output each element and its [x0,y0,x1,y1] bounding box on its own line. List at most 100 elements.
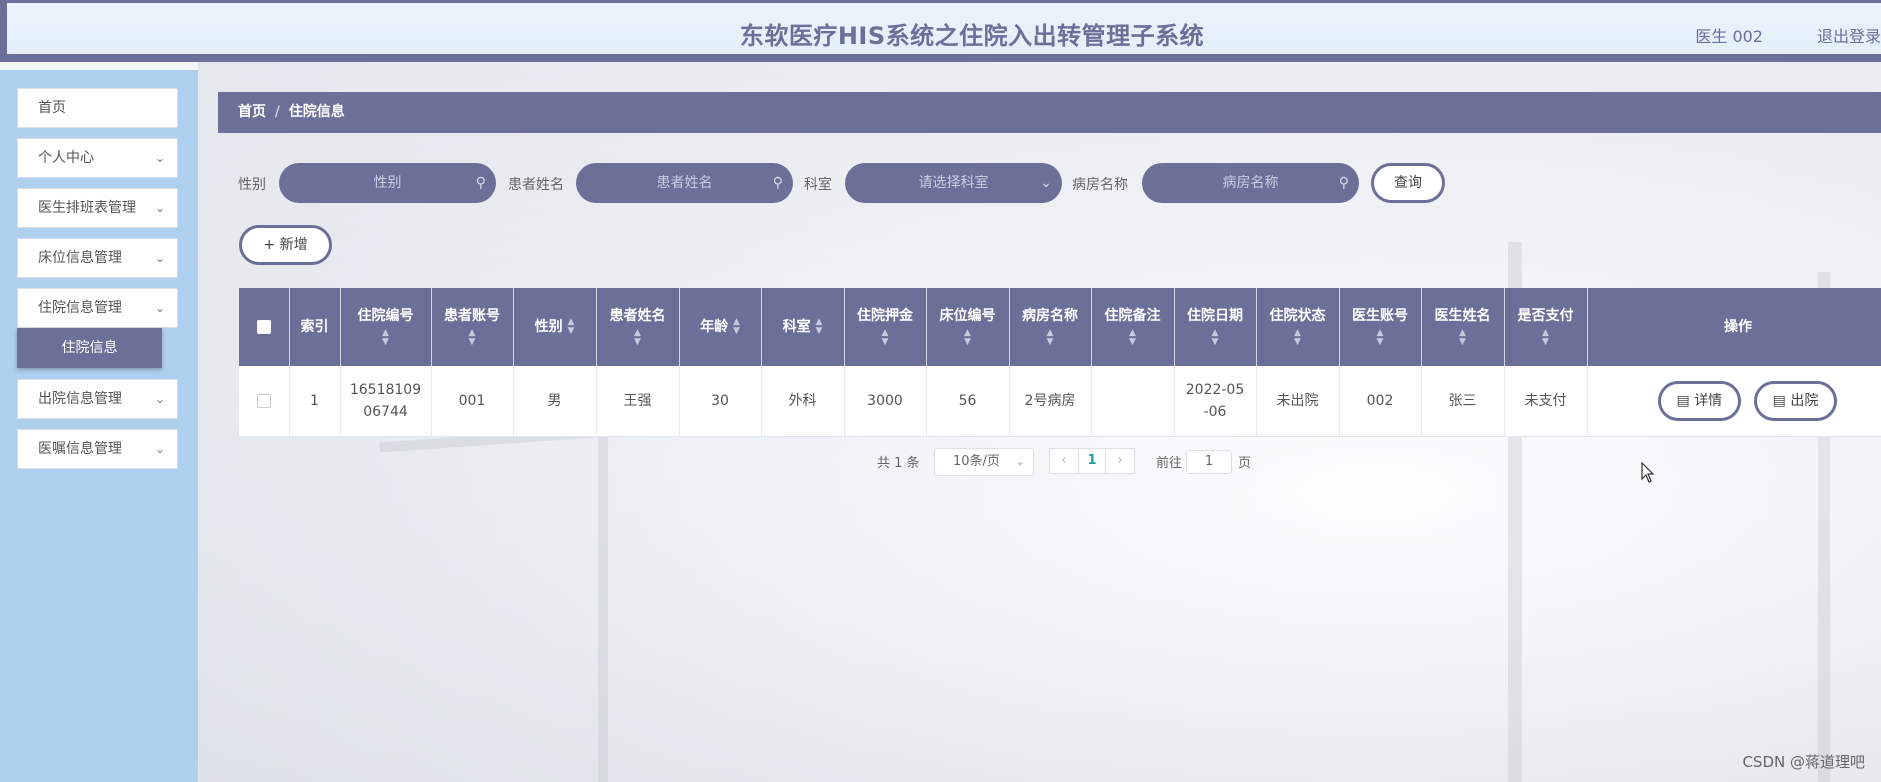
ward-input[interactable]: 病房名称 ⚲ [1142,163,1359,203]
sort-icon[interactable]: ▲ ▼ [882,329,889,347]
query-button[interactable]: 查询 [1371,163,1445,203]
discharge-button[interactable]: ▤ 出院 [1753,380,1838,421]
cell-patient-name: 王强 [596,366,680,437]
logout-link[interactable]: 退出登录 [1817,23,1881,47]
gender-input[interactable]: 性别 ⚲ [279,163,496,203]
sort-icon[interactable]: ▲ ▼ [382,329,389,347]
sort-icon[interactable]: ▲ ▼ [634,329,641,347]
sort-icon[interactable]: ▲ ▼ [567,318,574,336]
sidebar-item-label: 个人中心 [38,150,94,166]
ward-label: 病房名称 [1072,177,1128,193]
sidebar-item-doctor-schedule[interactable]: 医生排班表管理 ⌄ [17,188,178,228]
sort-icon[interactable]: ▲ ▼ [964,329,971,347]
goto-prefix: 前往 [1156,456,1183,471]
current-user: 医生 002 [1695,27,1763,46]
select-all-cell[interactable] [239,288,290,366]
chevron-down-icon: ⌄ [1015,455,1025,468]
goto-suffix: 页 [1238,456,1252,471]
sort-icon[interactable]: ▲ ▼ [1294,329,1301,347]
column-header-label: 科室 [782,319,811,335]
sidebar-item-home[interactable]: 首页 [17,88,178,128]
column-header-label: 住院备注 [1104,308,1161,324]
sidebar: 首页 个人中心 ⌄ 医生排班表管理 ⌄ 床位信息管理 ⌄ 住院信息管理 ⌄ 住院… [0,70,198,782]
sort-icon[interactable]: ▲ ▼ [1459,329,1466,347]
column-header[interactable]: 患者账号 ▲ ▼ [431,288,514,366]
sidebar-item-order-info[interactable]: 医嘱信息管理 ⌄ [17,429,178,469]
sidebar-item-label: 医生排班表管理 [38,200,136,216]
search-icon: ⚲ [1338,175,1349,191]
sidebar-item-personal-center[interactable]: 个人中心 ⌄ [17,138,178,178]
cell-status: 未出院 [1256,366,1340,437]
cell-bed-no: 56 [926,366,1010,437]
row-select-cell[interactable] [239,366,290,437]
column-header-label: 年龄 [700,319,729,335]
sidebar-item-bed-info[interactable]: 床位信息管理 ⌄ [17,238,178,278]
sort-icon[interactable]: ▲ ▼ [469,329,476,347]
column-header[interactable]: 年龄 ▲ ▼ [679,288,762,366]
patient-name-input[interactable]: 患者姓名 ⚲ [576,163,793,203]
select-all-checkbox[interactable] [256,320,271,334]
breadcrumb-current: 住院信息 [288,104,345,120]
column-header[interactable]: 床位编号 ▲ ▼ [926,288,1010,366]
sort-icon[interactable]: ▲ ▼ [1377,329,1384,347]
column-header[interactable]: 住院押金 ▲ ▼ [844,288,927,366]
column-header[interactable]: 医生姓名 ▲ ▼ [1421,288,1505,366]
breadcrumb: 首页 / 住院信息 [218,92,1881,133]
column-header[interactable]: 病房名称 ▲ ▼ [1009,288,1092,366]
column-header[interactable]: 科室 ▲ ▼ [761,288,845,366]
admission-no-text: 1651810906744 [349,381,422,420]
page-number-current[interactable]: 1 [1078,448,1106,474]
document-icon: ▤ [1772,392,1786,409]
cell-doctor-account: 002 [1339,366,1422,437]
chevron-down-icon: ⌄ [154,392,165,406]
sort-icon[interactable]: ▲ ▼ [1129,329,1136,347]
column-header[interactable]: 是否支付 ▲ ▼ [1504,288,1588,366]
cell-ward: 2号病房 [1009,366,1092,437]
column-header[interactable]: 医生账号 ▲ ▼ [1339,288,1422,366]
chevron-left-icon: ‹ [1061,453,1067,468]
column-header[interactable]: 患者姓名 ▲ ▼ [596,288,680,366]
column-header[interactable]: 住院编号 ▲ ▼ [340,288,432,366]
table-header-row: 索引 住院编号 ▲ ▼ 患者账号 ▲ ▼ 性别 ▲ ▼ 患者姓名 ▲ ▼ 年龄 ▲ ▼ 科室 ▲… [239,288,1881,366]
document-icon: ▤ [1676,392,1690,409]
app-title: 东软医疗HIS系统之住院入出转管理子系统 [739,22,1205,50]
sort-icon[interactable]: ▲ ▼ [815,318,822,336]
department-label: 科室 [804,177,832,193]
row-checkbox[interactable] [256,393,271,408]
breadcrumb-home[interactable]: 首页 [238,104,266,120]
gender-label: 性别 [238,177,266,193]
page-size-value: 10条/页 [953,454,1000,469]
column-header[interactable]: 住院状态 ▲ ▼ [1256,288,1340,366]
search-icon: ⚲ [772,175,783,191]
chevron-down-icon: ⌄ [154,301,165,315]
chevron-down-icon: ⌄ [154,442,165,456]
page-size-select[interactable]: 10条/页 ⌄ [934,448,1034,476]
next-page-button[interactable]: › [1105,448,1135,474]
sidebar-item-label: 床位信息管理 [38,250,122,266]
sort-icon[interactable]: ▲ ▼ [1542,329,1549,347]
sort-icon[interactable]: ▲ ▼ [733,318,740,336]
column-header[interactable]: 住院备注 ▲ ▼ [1091,288,1175,366]
department-select[interactable]: 请选择科室 ⌄ [845,163,1062,203]
patient-name-label: 患者姓名 [508,177,564,193]
sidebar-item-label: 首页 [38,100,66,116]
add-button[interactable]: + 新增 [239,225,332,265]
cell-remark [1091,366,1175,437]
column-header-label: 住院日期 [1187,308,1243,324]
sort-icon[interactable]: ▲ ▼ [1047,329,1054,347]
sidebar-subitem-admission[interactable]: 住院信息 [17,328,162,368]
cell-paid: 未支付 [1504,366,1588,437]
column-header-label: 是否支付 [1517,308,1574,324]
column-header[interactable]: 住院日期 ▲ ▼ [1174,288,1257,366]
column-header-label: 住院押金 [857,308,913,324]
prev-page-button[interactable]: ‹ [1049,448,1079,474]
detail-button[interactable]: ▤ 详情 [1657,380,1742,421]
admission-table: 索引 住院编号 ▲ ▼ 患者账号 ▲ ▼ 性别 ▲ ▼ 患者姓名 ▲ ▼ 年龄 ▲ ▼ 科室 ▲… [239,288,1881,437]
sidebar-item-admission-info[interactable]: 住院信息管理 ⌄ [17,288,178,328]
column-header[interactable]: 性别 ▲ ▼ [513,288,597,366]
chevron-down-icon: ⌄ [154,201,165,215]
sidebar-item-discharge-info[interactable]: 出院信息管理 ⌄ [17,379,178,419]
sort-icon[interactable]: ▲ ▼ [1212,329,1219,347]
goto-page-input[interactable]: 1 [1186,450,1232,474]
column-header-label: 医生账号 [1352,308,1408,324]
